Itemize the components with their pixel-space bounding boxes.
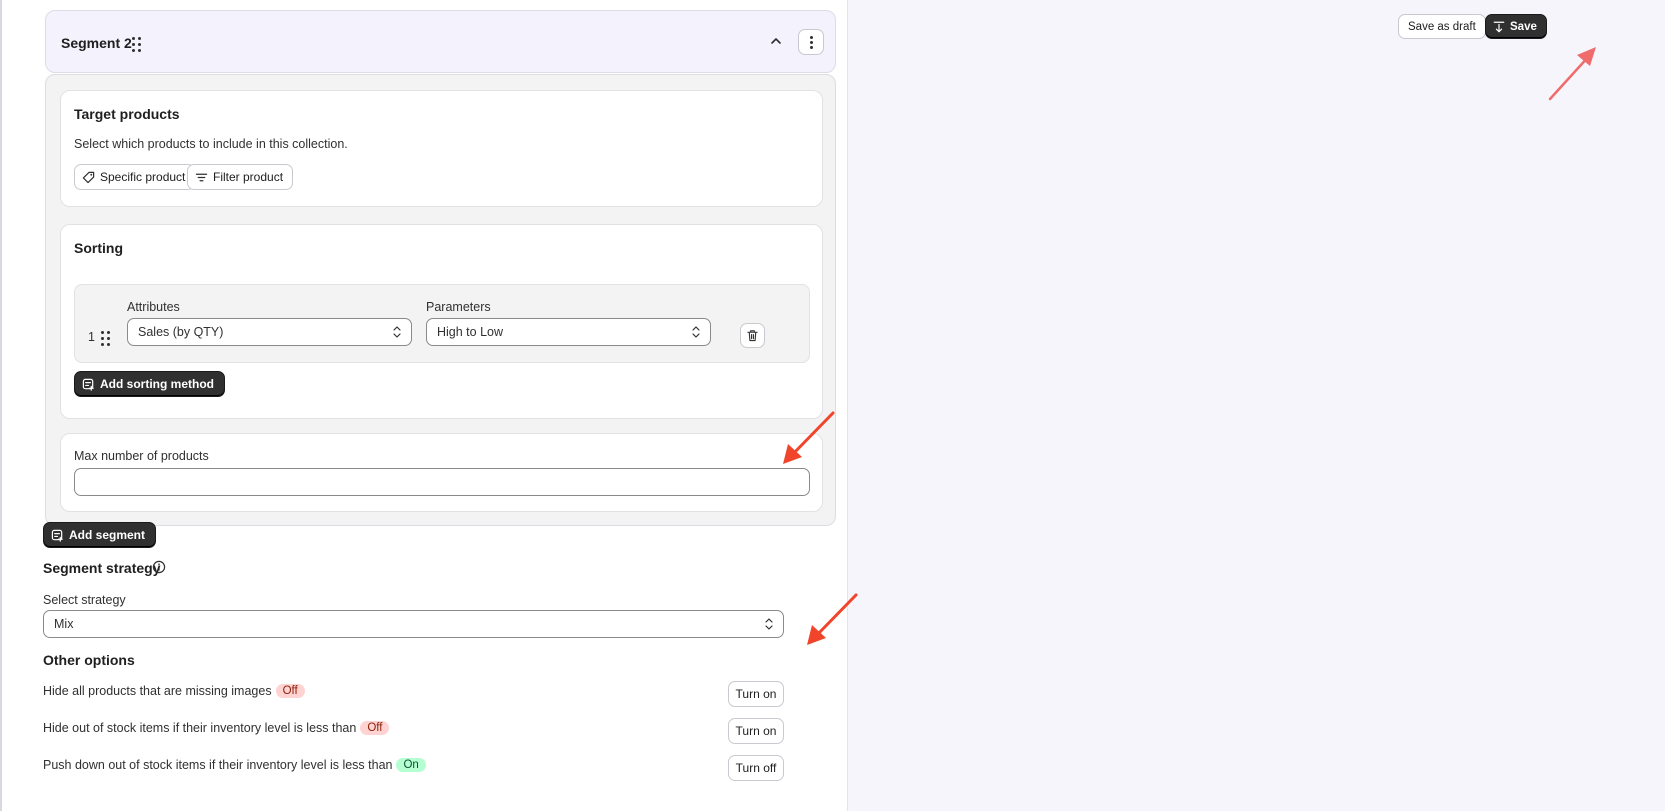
target-products-description: Select which products to include in this… <box>74 137 348 151</box>
add-sorting-method-label: Add sorting method <box>100 377 214 391</box>
parameters-select[interactable]: High to Low <box>426 318 711 346</box>
status-badge: Off <box>360 721 390 735</box>
attributes-select[interactable]: Sales (by QTY) <box>127 318 412 346</box>
target-products-title: Target products <box>74 106 180 122</box>
editor-column: Segment 2 Target products Select which p… <box>2 0 848 811</box>
sorting-title: Sorting <box>74 240 123 256</box>
save-as-draft-button[interactable]: Save as draft <box>1398 14 1486 39</box>
add-icon <box>51 529 63 542</box>
select-updown-icon <box>393 326 401 338</box>
info-icon[interactable] <box>152 560 166 574</box>
parameters-select-value: High to Low <box>437 325 504 339</box>
option-text: Hide out of stock items if their invento… <box>43 721 357 735</box>
add-segment-button[interactable]: Add segment <box>43 522 157 548</box>
more-vertical-icon[interactable] <box>798 29 824 55</box>
max-products-input[interactable] <box>74 468 810 496</box>
save-label: Save <box>1510 20 1537 33</box>
tag-icon <box>82 171 95 183</box>
drag-handle-icon[interactable] <box>132 37 141 52</box>
status-badge: On <box>396 758 426 772</box>
save-icon <box>1493 21 1505 32</box>
attributes-label: Attributes <box>127 300 180 314</box>
segment-strategy-title: Segment strategy <box>43 560 161 576</box>
add-icon <box>82 378 94 391</box>
right-panel <box>849 0 1665 811</box>
trash-icon <box>747 330 758 342</box>
attributes-select-value: Sales (by QTY) <box>138 325 224 339</box>
option-label-missing-images: Hide all products that are missing image… <box>43 684 305 698</box>
option-text: Push down out of stock items if their in… <box>43 758 393 772</box>
chevron-up-icon[interactable] <box>768 33 784 49</box>
filter-icon <box>195 173 208 181</box>
strategy-select-value: Mix <box>54 617 74 631</box>
drag-handle-icon[interactable] <box>101 331 110 346</box>
segment-body: Target products Select which products to… <box>45 74 836 526</box>
strategy-select[interactable]: Mix <box>43 610 784 638</box>
target-products-card: Target products Select which products to… <box>60 90 823 207</box>
delete-sorting-button[interactable] <box>740 323 765 348</box>
filter-product-button[interactable]: Filter product <box>187 164 294 190</box>
option-text: Hide all products that are missing image… <box>43 684 272 698</box>
segment-header[interactable]: Segment 2 <box>45 10 836 73</box>
select-updown-icon <box>765 618 773 630</box>
sorting-row-index: 1 <box>88 330 95 344</box>
specific-product-button[interactable]: Specific product <box>74 164 196 190</box>
option-label-out-of-stock-push: Push down out of stock items if their in… <box>43 758 426 772</box>
add-segment-label: Add segment <box>69 528 146 542</box>
turn-on-button[interactable]: Turn on <box>728 681 784 707</box>
filter-product-label: Filter product <box>213 170 284 184</box>
select-updown-icon <box>692 326 700 338</box>
specific-product-label: Specific product <box>100 170 186 184</box>
parameters-label: Parameters <box>426 300 491 314</box>
turn-on-button[interactable]: Turn on <box>728 718 784 744</box>
turn-off-button[interactable]: Turn off <box>728 755 784 781</box>
status-badge: Off <box>275 684 305 698</box>
segment-title: Segment 2 <box>61 35 132 51</box>
select-strategy-label: Select strategy <box>43 593 126 607</box>
save-button[interactable]: Save <box>1485 14 1547 39</box>
option-label-out-of-stock-hide: Hide out of stock items if their invento… <box>43 721 390 735</box>
other-options-title: Other options <box>43 652 135 668</box>
add-sorting-method-button[interactable]: Add sorting method <box>74 371 225 397</box>
max-products-label: Max number of products <box>74 449 209 463</box>
sorting-row: 1 Attributes Sales (by QTY) Parameters H… <box>74 284 810 363</box>
sorting-card: Sorting 1 Attributes Sales (by QTY) Para… <box>60 224 823 419</box>
max-products-card: Max number of products <box>60 433 823 512</box>
